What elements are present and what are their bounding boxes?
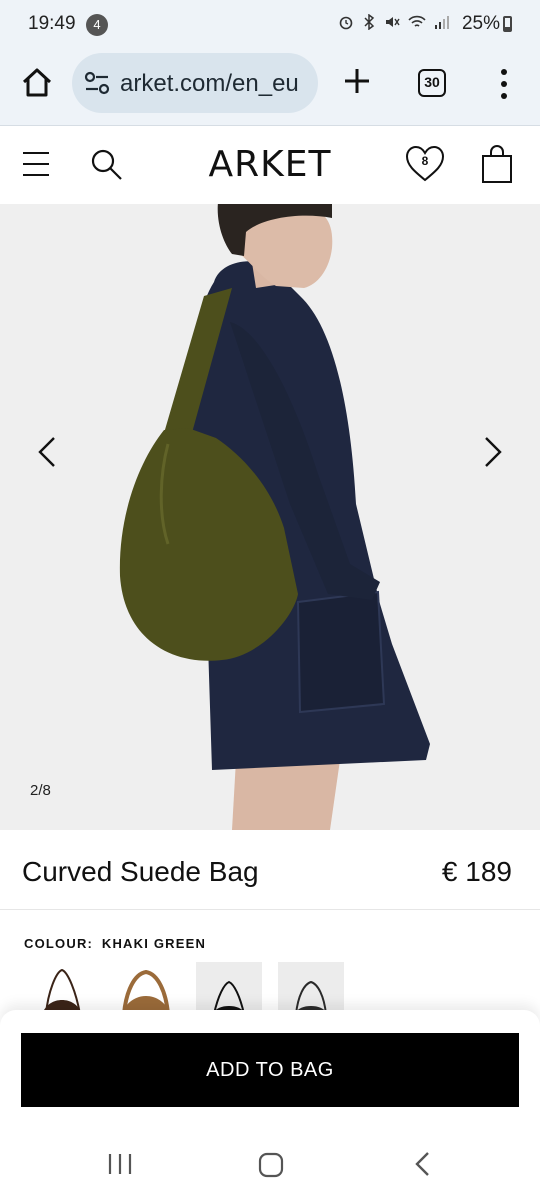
product-photo [0, 204, 540, 830]
status-time: 19:49 [28, 13, 76, 34]
tab-switcher-button[interactable]: 30 [418, 69, 446, 97]
wifi-icon [408, 15, 426, 27]
signal-icon [435, 16, 449, 29]
back-icon[interactable] [410, 1150, 436, 1178]
recent-apps-icon[interactable] [106, 1152, 134, 1176]
wishlist-button[interactable]: 8 [404, 144, 446, 184]
colour-label-key: COLOUR: [24, 936, 94, 951]
status-icons [338, 14, 450, 30]
notification-badge: 4 [86, 14, 108, 36]
colour-value: KHAKI GREEN [101, 936, 207, 951]
product-price: € 189 [441, 856, 512, 887]
bluetooth-icon [364, 14, 375, 30]
battery-text: 25% [461, 13, 500, 34]
browser-toolbar: arket.com/en_eu 30 [0, 48, 540, 126]
site-header: ARKET 8 [0, 126, 540, 204]
brand-logo[interactable]: ARKET [0, 144, 540, 185]
next-image-arrow-icon[interactable] [472, 432, 512, 472]
more-menu-icon[interactable] [494, 67, 514, 101]
product-image-gallery[interactable]: 2/8 [0, 204, 540, 830]
add-to-bag-button[interactable]: ADD TO BAG [21, 1033, 519, 1107]
product-name: Curved Suede Bag [22, 856, 259, 887]
image-counter: 2/8 [30, 782, 51, 799]
product-info: Curved Suede Bag € 189 [0, 830, 540, 910]
site-settings-icon[interactable] [84, 71, 110, 95]
home-nav-icon[interactable] [258, 1152, 284, 1178]
battery-icon [503, 16, 512, 32]
new-tab-icon[interactable] [342, 66, 372, 96]
address-bar[interactable]: arket.com/en_eu [72, 53, 318, 113]
alarm-icon [339, 16, 353, 30]
status-bar: 19:49 4 25% [0, 0, 540, 48]
colour-label: COLOUR: KHAKI GREEN [24, 936, 206, 951]
shopping-bag-icon[interactable] [480, 144, 514, 184]
url-text[interactable]: arket.com/en_eu [120, 70, 310, 98]
wishlist-count: 8 [421, 154, 429, 168]
previous-image-arrow-icon[interactable] [28, 432, 68, 472]
home-icon[interactable] [20, 66, 54, 100]
system-navigation-bar [0, 1130, 540, 1200]
mute-icon [386, 17, 400, 27]
